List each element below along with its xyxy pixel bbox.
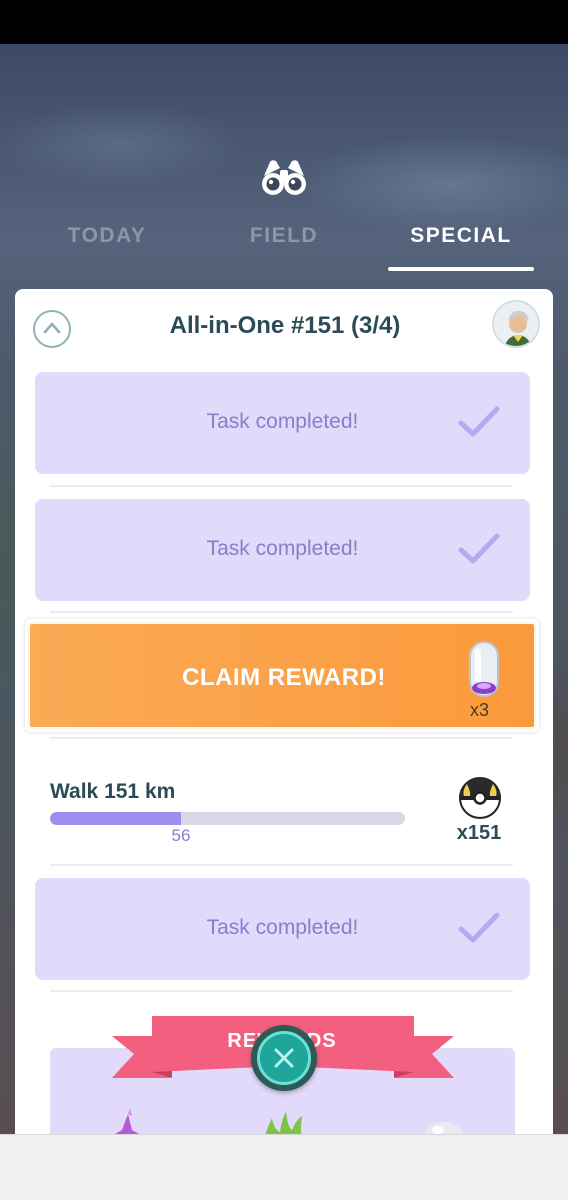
divider [50,737,513,739]
active-tab-indicator [388,267,534,271]
system-navigation-bar [0,1134,568,1200]
task-status-label: Task completed! [206,537,359,560]
task-progress-value: 56 [171,826,191,845]
divider [50,611,513,613]
task-status-label: Task completed! [206,916,359,939]
task-progress-bar [50,812,405,825]
chevron-up-icon [43,322,61,334]
claim-reward-label: CLAIM REWARD! [182,664,386,691]
task-label: Walk 151 km [50,780,176,803]
task-status-label: Task completed! [206,410,359,433]
tab-special[interactable]: SPECIAL [388,224,534,248]
status-bar [0,0,568,44]
tab-field[interactable]: FIELD [214,224,354,248]
incubator-icon [469,641,499,697]
tab-today[interactable]: TODAY [38,224,176,248]
divider [50,864,513,866]
task-completed-card: Task completed! [35,878,530,980]
check-icon [458,533,500,564]
collapse-button[interactable] [33,310,71,348]
divider [50,990,513,992]
check-icon [458,912,500,943]
close-button[interactable] [251,1025,317,1091]
task-completed-card: Task completed! [35,372,530,474]
binoculars-icon [262,160,306,195]
reward-quantity: x3 [470,700,490,720]
claim-reward-button[interactable]: CLAIM REWARD! x3 [25,619,539,732]
task-progress-fill [50,812,182,825]
task-completed-card: Task completed! [35,499,530,601]
ultra-ball-icon [459,777,501,819]
research-title: All-in-One #151 (3/4) [169,312,401,339]
divider [50,485,513,487]
close-icon [274,1048,294,1068]
avatar[interactable] [492,300,540,348]
check-icon [458,406,500,437]
reward-quantity: x151 [456,822,502,844]
